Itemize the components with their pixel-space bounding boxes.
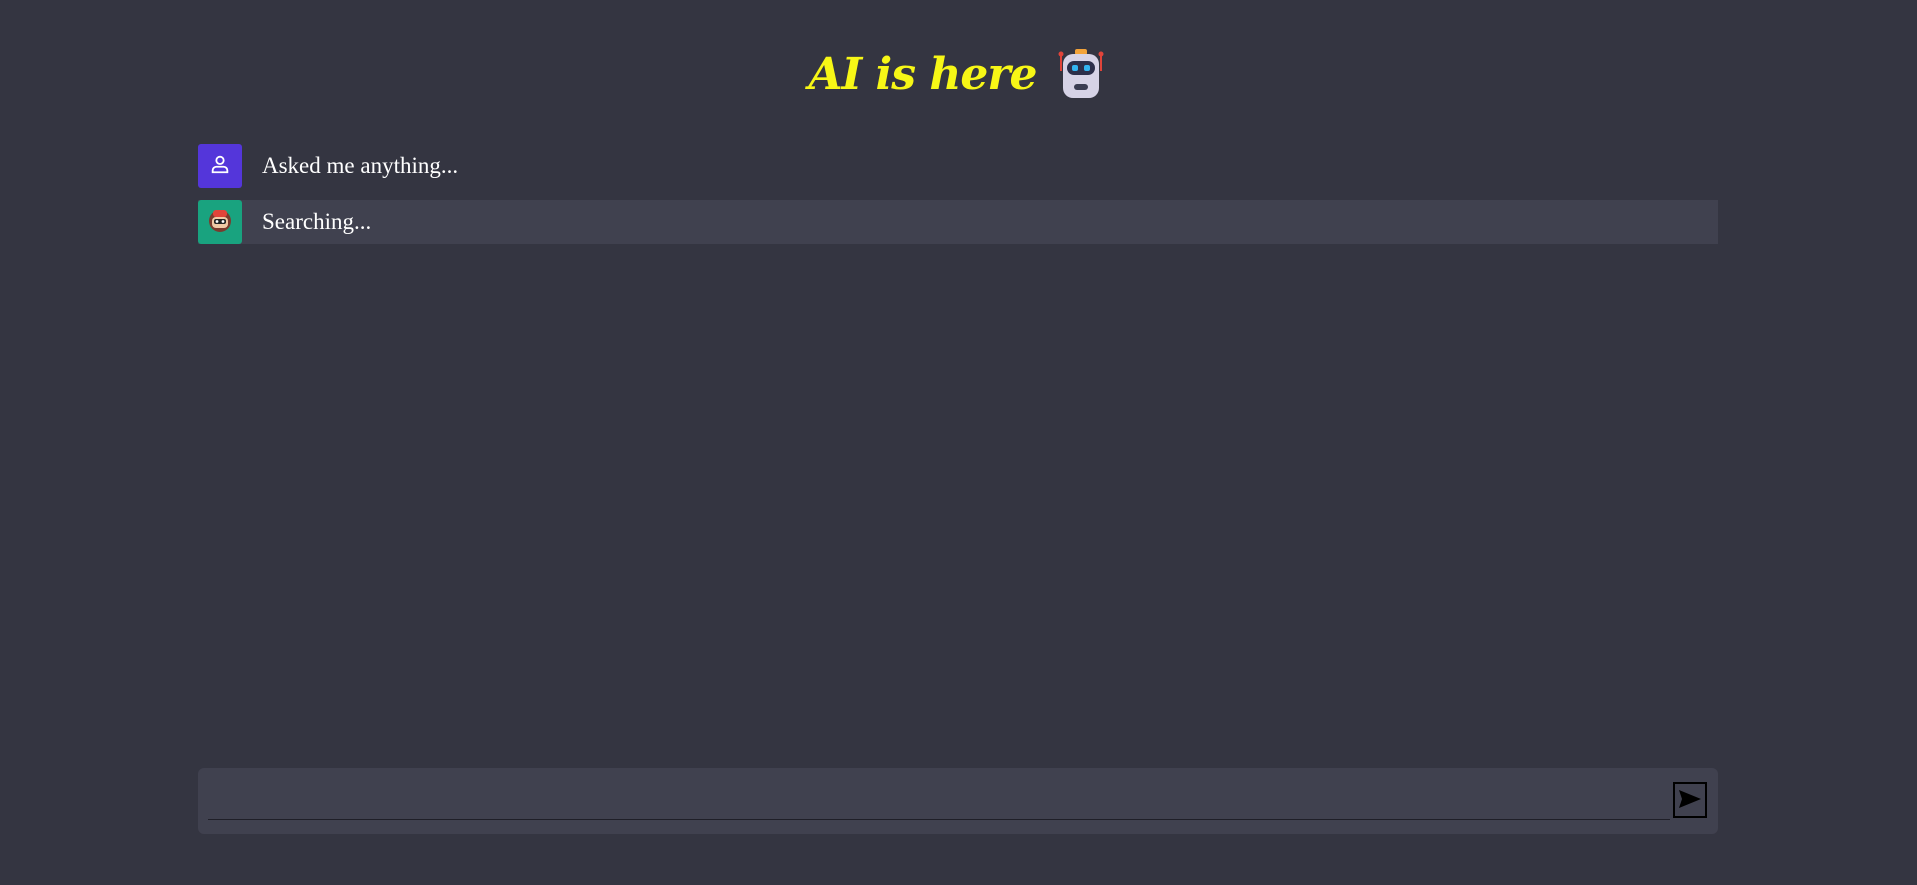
user-avatar	[198, 144, 242, 188]
bot-avatar	[198, 200, 242, 244]
user-icon	[209, 153, 231, 180]
message-list: Asked me anything... Searching...	[198, 144, 1718, 256]
send-button[interactable]	[1673, 782, 1707, 818]
page-title: AI is here	[808, 49, 1037, 100]
send-icon	[1677, 788, 1703, 813]
robot-icon	[1053, 47, 1109, 103]
bot-avatar-icon	[207, 207, 233, 238]
message-bot: Searching...	[198, 200, 1718, 244]
page-header: AI is here	[0, 40, 1917, 110]
message-user: Asked me anything...	[198, 144, 1718, 188]
prompt-input[interactable]	[208, 776, 1670, 820]
composer	[198, 768, 1718, 834]
message-text: Asked me anything...	[262, 153, 459, 178]
message-text: Searching...	[262, 209, 372, 234]
